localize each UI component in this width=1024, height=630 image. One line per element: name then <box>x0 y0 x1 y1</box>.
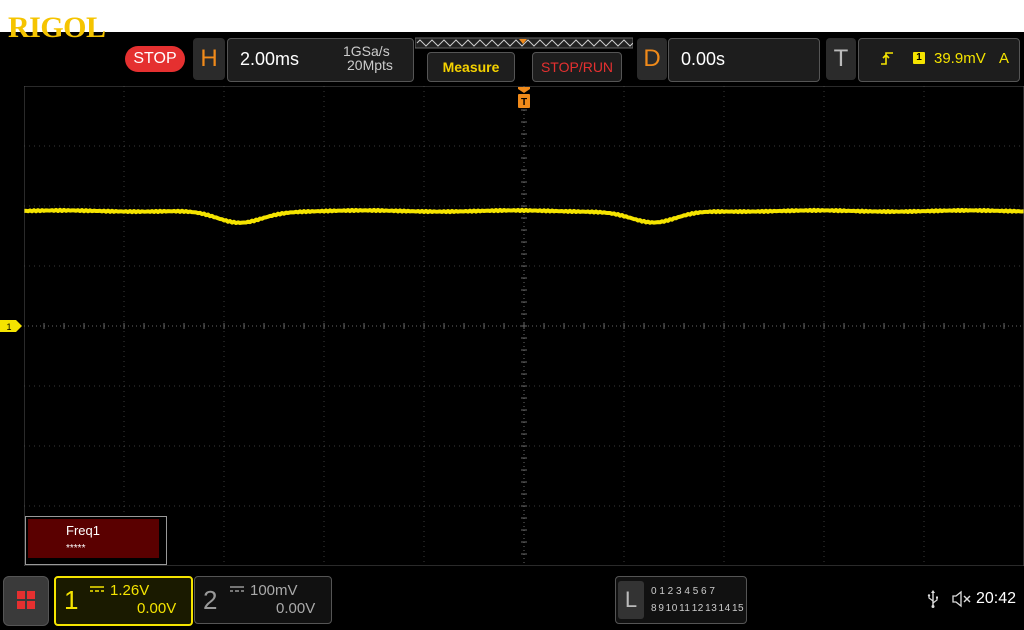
channel-1-scale: 1.26V <box>110 582 150 599</box>
usb-icon <box>927 590 938 608</box>
measure-button[interactable]: Measure <box>427 52 515 82</box>
ch1-marker-label: 1 <box>6 322 11 332</box>
measurement-label: Freq1 <box>66 523 100 538</box>
channel-2-offset: 0.00V <box>276 600 316 617</box>
channel-2-number: 2 <box>203 585 218 615</box>
trigger-source-badge: 1 <box>913 52 925 64</box>
channel-2-scale: 100mV <box>250 582 298 599</box>
menu-grid-icon[interactable] <box>3 576 49 626</box>
horizontal-menu-button[interactable]: H <box>193 38 225 80</box>
timebase-value: 2.00ms <box>240 49 300 69</box>
trigger-mode: A <box>999 50 1010 67</box>
memory-depth: 20Mpts <box>347 57 393 73</box>
trigger-marker-label: T <box>521 97 527 108</box>
dc-coupling-icon <box>230 586 244 592</box>
measurement-value: ***** <box>66 543 86 554</box>
status-clock: 20:42 <box>976 590 1017 607</box>
rigol-logo: RIGOL <box>8 11 106 44</box>
trigger-menu-button[interactable]: T <box>826 38 856 80</box>
logic-analyzer-letter: L <box>618 581 644 619</box>
waveform-grid[interactable] <box>24 86 1024 566</box>
delay-menu-button[interactable]: D <box>637 38 667 80</box>
trigger-position-marker[interactable]: T <box>516 86 532 110</box>
logic-channels-row-2: 8 9 10 11 12 13 14 15 <box>651 603 745 614</box>
channel-1-offset: 0.00V <box>137 600 177 617</box>
channel-1-number: 1 <box>64 585 79 615</box>
memory-position-bar <box>415 37 633 49</box>
ch1-ground-marker[interactable]: 1 <box>0 320 22 332</box>
delay-value: 0.00s <box>681 49 726 69</box>
run-state-badge[interactable]: STOP <box>125 46 185 72</box>
logic-channels-row-1: 0 1 2 3 4 5 6 7 <box>651 586 716 597</box>
dc-coupling-icon <box>90 586 104 592</box>
speaker-mute-icon[interactable] <box>951 590 971 608</box>
stop-run-button[interactable]: STOP/RUN <box>532 52 622 82</box>
trigger-level: 39.9mV <box>934 50 986 67</box>
rising-edge-icon <box>881 52 893 65</box>
